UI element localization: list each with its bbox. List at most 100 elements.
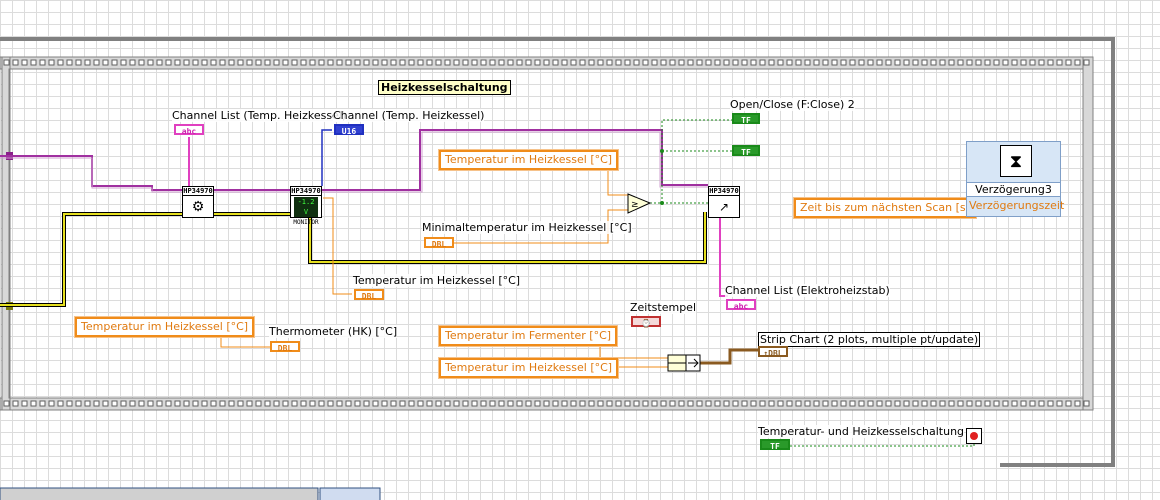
wait-node-name: Verzögerung3 [967,182,1060,197]
sprocket-hole [480,59,487,66]
sprocket-hole [417,400,424,407]
sprocket-hole [1002,59,1009,66]
loop-stop-button[interactable] [966,428,982,444]
sprocket-hole [750,400,757,407]
sprocket-hole [615,59,622,66]
sprocket-hole [21,400,28,407]
sprocket-hole [219,59,226,66]
strip-chart-terminal[interactable]: ↑DBL [758,346,788,358]
sprocket-hole [633,59,640,66]
sprocket-hole [471,400,478,407]
wait-node-property[interactable]: Verzögerungszeit [969,199,1064,212]
temperatur-indicator-terminal[interactable]: DBL [354,289,384,301]
sprocket-hole [660,400,667,407]
sprocket-hole [408,400,415,407]
sprocket-hole [795,59,802,66]
sprocket-hole [849,400,856,407]
local-temp-heizkessel-2[interactable]: Temperatur im Heizkessel [°C] [75,317,255,337]
wait-property-node[interactable]: ⧗ Verzögerung3 Verzögerungszeit [966,141,1064,217]
sprocket-hole [255,400,262,407]
local-temp-heizkessel-1[interactable]: Temperatur im Heizkessel [°C] [439,150,619,170]
sprocket-hole [408,59,415,66]
sprocket-hole [642,59,649,66]
sprocket-hole [768,59,775,66]
sprocket-hole [237,400,244,407]
sprocket-hole [912,400,919,407]
strip-chart-label: Strip Chart (2 plots, multiple pt/update… [758,332,981,347]
chart-wire [700,348,758,365]
sprocket-hole [1029,400,1036,407]
sprocket-hole [1011,400,1018,407]
sprocket-hole [291,400,298,407]
sprocket-hole [462,400,469,407]
sprocket-hole [3,59,10,66]
channel-temp-u16-terminal[interactable]: U16 [334,124,364,136]
sprocket-hole [381,59,388,66]
bool-terminal-2[interactable]: TF [732,145,760,157]
channel-temp-label: Channel (Temp. Heizkessel) [333,109,485,122]
sprocket-hole [309,400,316,407]
sprocket-hole [507,59,514,66]
zeitstempel-terminal[interactable]: ⌚ [631,316,661,328]
open-close-bool-terminal[interactable]: TF [732,113,760,125]
sprocket-hole [687,400,694,407]
sprocket-hole [462,59,469,66]
sprocket-hole [426,59,433,66]
sprocket-hole [1056,59,1063,66]
sprocket-hole [201,59,208,66]
svg-text:≥: ≥ [631,200,639,210]
sprocket-hole [966,400,973,407]
stop-bool-wire [790,442,975,447]
sprocket-hole [507,400,514,407]
local-temp-heizkessel-3[interactable]: Temperatur im Heizkessel [°C] [439,358,619,378]
bottom-panel-2 [319,487,381,500]
sprocket-hole [570,400,577,407]
local-temp-fermenter[interactable]: Temperatur im Fermenter [°C] [439,326,618,346]
sprocket-hole [543,400,550,407]
sprocket-hole [336,400,343,407]
channel-list-temp-terminal[interactable]: abc [174,124,204,136]
minimaltemperatur-terminal[interactable]: DBL [424,237,454,249]
sprocket-hole [930,59,937,66]
sprocket-hole [381,400,388,407]
stop-bool-terminal[interactable]: TF [760,439,790,451]
sprocket-hole [372,400,379,407]
hp34970-switch-vi[interactable]: HP34970 ↗ [708,186,740,218]
sprocket-hole [21,59,28,66]
sprocket-hole [471,59,478,66]
sprocket-hole [894,59,901,66]
sprocket-hole [588,59,595,66]
local-zeit-scan[interactable]: Zeit bis zum nächsten Scan [s] [794,198,976,218]
sprocket-hole [696,59,703,66]
sprocket-hole [363,59,370,66]
sprocket-hole [390,59,397,66]
sprocket-hole [354,400,361,407]
sprocket-hole [228,59,235,66]
sprocket-hole [903,59,910,66]
hp34970-monitor-vi[interactable]: HP34970 -1.2 V MONITOR [290,186,322,226]
sprocket-hole [561,400,568,407]
sprocket-hole [300,59,307,66]
sprocket-hole [993,400,1000,407]
sprocket-hole [1083,400,1090,407]
hp34970-config-vi[interactable]: HP34970 ⚙ [182,186,214,218]
channel-list-elektro-terminal[interactable]: abc [726,299,756,311]
sprocket-hole [732,59,739,66]
sprocket-hole [939,400,946,407]
sprocket-hole [867,59,874,66]
sprocket-hole [363,400,370,407]
sprocket-hole [246,59,253,66]
zeitstempel-label: Zeitstempel [630,301,697,314]
sprocket-hole [318,59,325,66]
sprocket-hole [804,400,811,407]
thermometer-terminal[interactable]: DBL [270,341,300,353]
bundle-node[interactable] [667,354,701,372]
greater-or-equal-node[interactable]: ≥ [627,193,652,214]
sprocket-hole [516,400,523,407]
sprocket-hole [426,400,433,407]
sprocket-hole [417,59,424,66]
bottom-panel-1 [0,487,319,500]
switch-icon: ↗ [718,200,730,214]
sprocket-hole [948,59,955,66]
sprocket-hole [984,59,991,66]
